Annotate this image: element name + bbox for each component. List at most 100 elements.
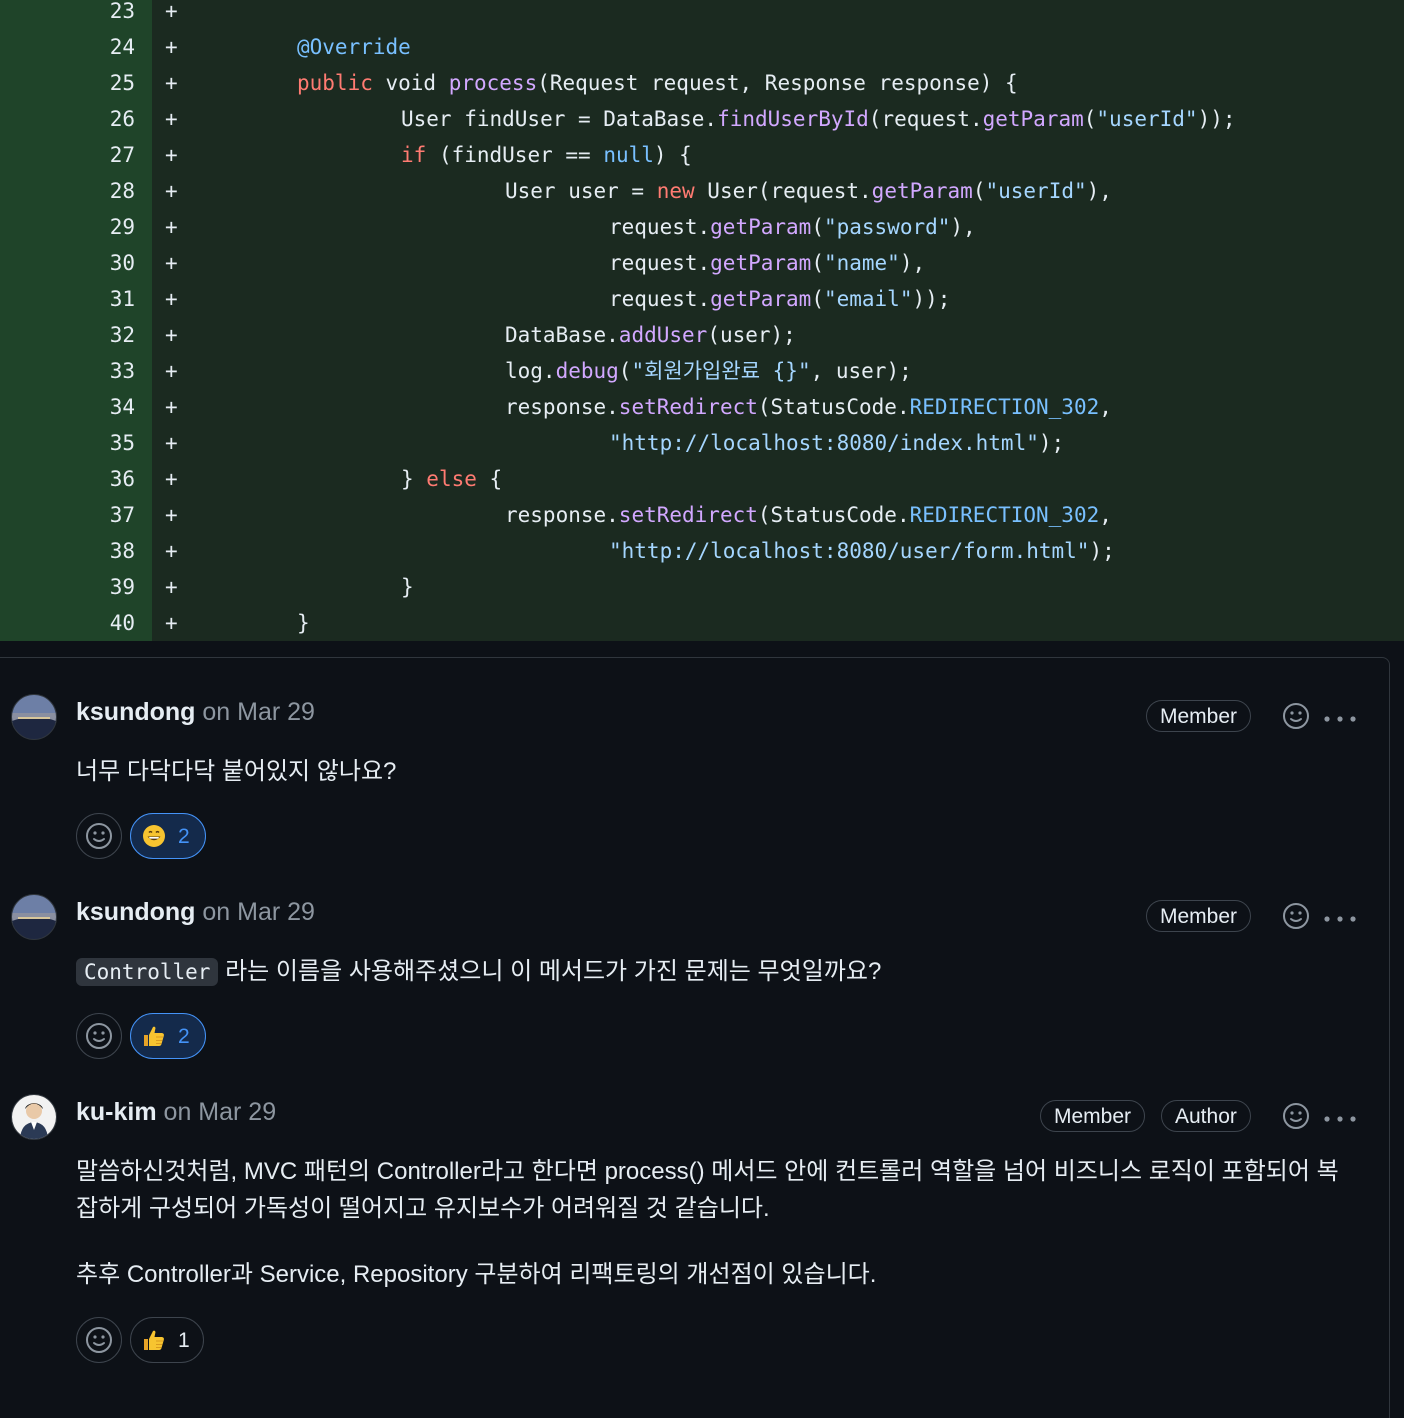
- code-token: }: [297, 611, 310, 635]
- grinning-face-emoji: [143, 825, 165, 847]
- code-line: response.setRedirect(StatusCode.REDIRECT…: [505, 389, 1112, 425]
- string-token: "password": [823, 215, 951, 239]
- line-number[interactable]: 37: [0, 497, 135, 533]
- add-reaction-button[interactable]: [76, 813, 122, 859]
- code-line: "http://localhost:8080/user/form.html");: [609, 533, 1115, 569]
- comment-date[interactable]: on Mar 29: [202, 698, 315, 726]
- function-token: getParam: [871, 179, 973, 203]
- smiley-icon: [86, 1023, 112, 1049]
- author-name[interactable]: ku-kim: [76, 1098, 157, 1126]
- reaction-button[interactable]: 2: [130, 813, 206, 859]
- member-badge: Member: [1146, 900, 1252, 932]
- line-number[interactable]: 26: [0, 101, 135, 137]
- line-number[interactable]: 39: [0, 569, 135, 605]
- string-token: "userId": [985, 179, 1087, 203]
- member-badge: Member: [1040, 1100, 1146, 1132]
- smiley-icon: [86, 823, 112, 849]
- diff-sign: +: [165, 431, 178, 455]
- avatar-image: [12, 1095, 56, 1139]
- constant-token: null: [603, 143, 654, 167]
- avatar-image: [12, 895, 56, 939]
- code-token: );: [1038, 431, 1065, 455]
- diff-line: 39 + }: [0, 569, 1404, 605]
- diff-sign: +: [165, 323, 178, 347]
- comment-date[interactable]: on Mar 29: [202, 898, 315, 926]
- diff-sign: +: [165, 539, 178, 563]
- author-name[interactable]: ksundong: [76, 698, 195, 726]
- kebab-horizontal-icon[interactable]: [1323, 911, 1357, 922]
- avatar[interactable]: [11, 694, 57, 740]
- author-badge: Author: [1161, 1100, 1251, 1132]
- diff-sign: +: [165, 179, 178, 203]
- comment-author-line: ku-kim on Mar 29: [76, 1098, 276, 1127]
- reaction-count: 2: [178, 825, 190, 848]
- code-line: request.getParam("name"),: [609, 245, 925, 281]
- diff-line: 33 + log.debug("회원가입완료 {}", user);: [0, 353, 1404, 389]
- smiley-icon[interactable]: [1282, 902, 1310, 930]
- code-line: log.debug("회원가입완료 {}", user);: [505, 353, 912, 389]
- smiley-icon[interactable]: [1282, 1102, 1310, 1130]
- kebab-horizontal-icon[interactable]: [1323, 711, 1357, 722]
- kebab-horizontal-icon[interactable]: [1323, 1111, 1357, 1122]
- function-token: getParam: [710, 215, 812, 239]
- add-reaction-button[interactable]: [76, 1013, 122, 1059]
- diff-sign: +: [165, 107, 178, 131]
- code-line: User user = new User(request.getParam("u…: [505, 173, 1112, 209]
- code-token: (: [618, 359, 632, 383]
- author-name[interactable]: ksundong: [76, 898, 195, 926]
- diff-line: 26 + User findUser = DataBase.findUserBy…: [0, 101, 1404, 137]
- line-number[interactable]: 23: [0, 0, 135, 29]
- line-number[interactable]: 31: [0, 281, 135, 317]
- line-number[interactable]: 35: [0, 425, 135, 461]
- constant-token: REDIRECTION_302: [909, 503, 1100, 527]
- function-token: setRedirect: [618, 503, 758, 527]
- code-token: response.: [505, 503, 619, 527]
- diff-line: 27 + if (findUser == null) {: [0, 137, 1404, 173]
- line-number[interactable]: 30: [0, 245, 135, 281]
- line-number[interactable]: 29: [0, 209, 135, 245]
- line-number[interactable]: 27: [0, 137, 135, 173]
- code-line: if (findUser == null) {: [401, 137, 692, 173]
- smiley-icon[interactable]: [1282, 702, 1310, 730]
- code-line: request.getParam("password"),: [609, 209, 976, 245]
- diff-sign: +: [165, 395, 178, 419]
- code-token: log.: [505, 359, 556, 383]
- comment-date[interactable]: on Mar 29: [164, 1098, 277, 1126]
- avatar[interactable]: [11, 1094, 57, 1140]
- inline-code: Controller: [76, 958, 219, 986]
- diff-sign: +: [165, 143, 178, 167]
- line-number[interactable]: 33: [0, 353, 135, 389]
- line-number[interactable]: 32: [0, 317, 135, 353]
- diff-sign: +: [165, 467, 178, 491]
- diff-line: 34 + response.setRedirect(StatusCode.RED…: [0, 389, 1404, 425]
- reaction-button[interactable]: 2: [130, 1013, 206, 1059]
- code-token: , user);: [810, 359, 912, 383]
- code-line: User findUser = DataBase.findUserById(re…: [401, 101, 1236, 137]
- diff-line: 30 + request.getParam("name"),: [0, 245, 1404, 281]
- code-token: User(request.: [694, 179, 872, 203]
- line-number[interactable]: 24: [0, 29, 135, 65]
- add-reaction-button[interactable]: [76, 1317, 122, 1363]
- string-token: "회원가입완료 {}": [631, 359, 811, 383]
- code-token: User findUser = DataBase.: [401, 107, 718, 131]
- line-number[interactable]: 40: [0, 605, 135, 641]
- line-number[interactable]: 36: [0, 461, 135, 497]
- avatar[interactable]: [11, 894, 57, 940]
- diff-line: 36 + } else {: [0, 461, 1404, 497]
- code-token: );: [1089, 539, 1115, 563]
- line-number[interactable]: 34: [0, 389, 135, 425]
- line-number[interactable]: 28: [0, 173, 135, 209]
- code-token: ),: [899, 251, 926, 275]
- reaction-count: 2: [178, 1025, 190, 1048]
- diff-sign: +: [165, 359, 178, 383]
- line-number[interactable]: 25: [0, 65, 135, 101]
- reaction-button[interactable]: 1: [130, 1317, 204, 1363]
- code-token: (: [811, 287, 824, 311]
- code-token: (StatusCode.: [757, 395, 910, 419]
- diff-line: 25 + public void process(Request request…: [0, 65, 1404, 101]
- line-number[interactable]: 38: [0, 533, 135, 569]
- code-line: "http://localhost:8080/index.html");: [609, 425, 1064, 461]
- diff-sign: +: [165, 35, 178, 59]
- code-token: request.: [609, 287, 711, 311]
- function-token: findUserById: [717, 107, 869, 131]
